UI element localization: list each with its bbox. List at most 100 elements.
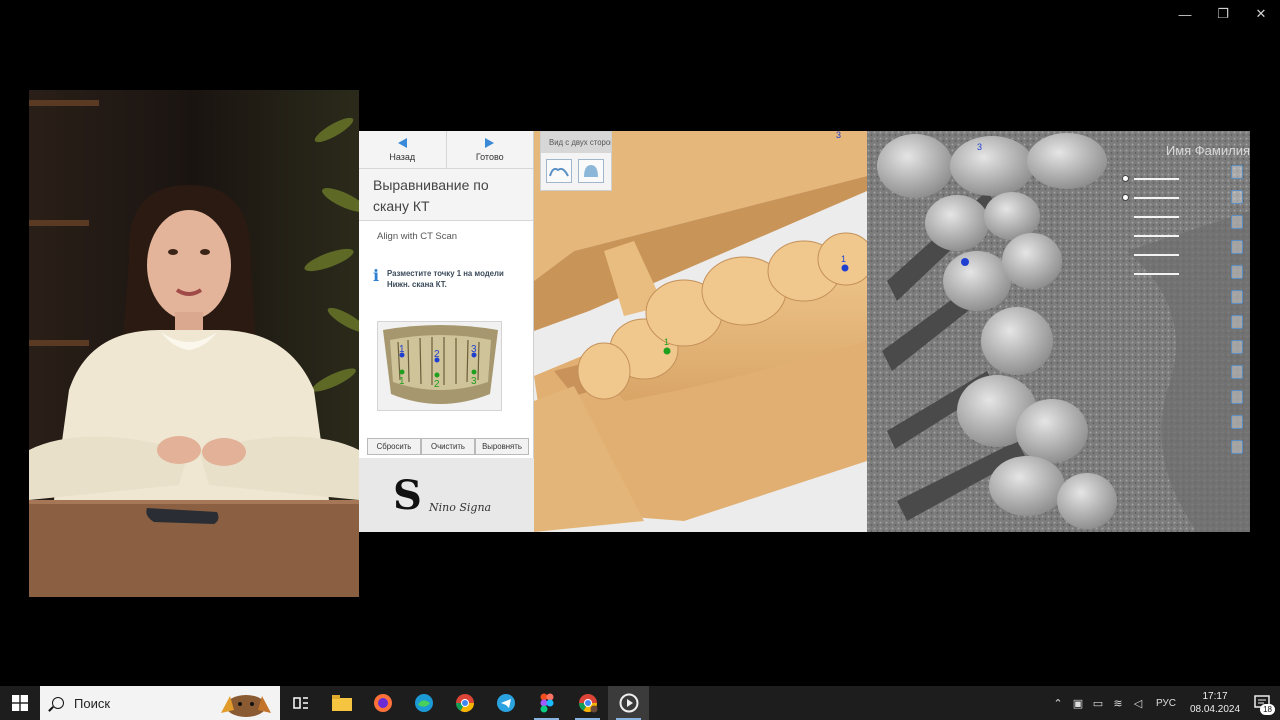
opacity-slider[interactable] xyxy=(1112,207,1187,226)
firefox-icon xyxy=(373,694,392,712)
view-front-icon[interactable] xyxy=(1228,186,1246,208)
telegram-icon xyxy=(496,694,515,712)
fit-view-icon[interactable] xyxy=(1228,336,1246,358)
play-icon xyxy=(619,693,638,713)
telegram-button[interactable] xyxy=(485,686,526,720)
window-controls: — ❐ ✕ xyxy=(1166,0,1280,28)
view-back-icon[interactable] xyxy=(1228,211,1246,233)
slider-handle[interactable] xyxy=(1122,194,1129,201)
close-button[interactable]: ✕ xyxy=(1242,0,1280,28)
info-icon: i xyxy=(373,266,380,285)
settings-icon[interactable] xyxy=(1228,436,1246,458)
folder-icon xyxy=(331,695,352,711)
ct-scan-viewport[interactable]: 3 Имя Фамилия xyxy=(867,131,1250,532)
view-bottom-icon[interactable] xyxy=(1228,311,1246,333)
presenter-video xyxy=(29,90,359,597)
ct-scan-render[interactable]: 3 xyxy=(867,131,1250,532)
done-button[interactable]: Готово xyxy=(445,131,534,168)
dental-scan-app: 1 1 3 3 Имя Фамилия Назад Готово Выравни… xyxy=(359,131,1250,532)
clock-date: 08.04.2024 xyxy=(1189,704,1241,715)
slider-track[interactable] xyxy=(1134,273,1179,275)
single-view-icon[interactable] xyxy=(578,159,604,183)
crown-icon[interactable] xyxy=(1228,386,1246,408)
notification-count: 18 xyxy=(1260,704,1275,715)
wifi-icon[interactable]: ≋ xyxy=(1108,686,1128,720)
arrow-left-icon xyxy=(397,137,407,148)
search-icon xyxy=(52,697,64,709)
taskbar-search[interactable]: Поиск xyxy=(40,686,280,720)
opacity-slider[interactable] xyxy=(1112,169,1187,188)
windows-start-button[interactable] xyxy=(0,686,40,720)
slider-track[interactable] xyxy=(1134,254,1179,256)
chrome-icon xyxy=(455,694,474,713)
layers-icon[interactable] xyxy=(1228,411,1246,433)
instruction-line1: Разместите точку 1 на модели xyxy=(387,269,504,278)
dual-view-icon[interactable] xyxy=(546,159,572,183)
presenter-illustration xyxy=(29,90,359,597)
slider-track[interactable] xyxy=(1134,178,1179,180)
edge-button[interactable] xyxy=(403,686,444,720)
opacity-slider[interactable] xyxy=(1112,264,1187,283)
opacity-slider[interactable] xyxy=(1112,188,1187,207)
wizard-title: Выравнивание по скану КТ xyxy=(359,169,533,221)
thumb-point-2: 2 xyxy=(434,349,440,360)
language-indicator[interactable]: РУС xyxy=(1148,686,1184,720)
arrow-right-icon xyxy=(485,137,495,148)
clock[interactable]: 17:17 08.04.2024 xyxy=(1184,690,1246,716)
chevron-up-icon[interactable]: ⌃ xyxy=(1048,686,1068,720)
clock-time: 17:17 xyxy=(1202,691,1228,702)
signature-script: Nino Signa xyxy=(428,501,491,514)
slider-track[interactable] xyxy=(1134,235,1179,237)
signature-logo: S Nino Signa xyxy=(393,472,491,519)
wizard-panel: Назад Готово Выравнивание по скану КТ Al… xyxy=(359,131,534,458)
rotate-icon[interactable] xyxy=(1228,161,1246,183)
thumb-point-3: 3 xyxy=(471,344,477,355)
view-top-icon[interactable] xyxy=(1228,286,1246,308)
figma-button[interactable] xyxy=(526,686,567,720)
jaw-model-render[interactable]: 1 1 3 xyxy=(534,131,875,532)
thumb-point-1-green: 1 xyxy=(399,376,405,387)
back-label: Назад xyxy=(389,151,416,162)
ct-thumbnail: 1 2 3 1 2 3 xyxy=(377,321,502,411)
view-mode-title: Вид с двух сторон xyxy=(541,132,611,153)
tooth-icon[interactable] xyxy=(1228,361,1246,383)
volume-icon[interactable]: ◁ xyxy=(1128,686,1148,720)
reset-button[interactable]: Сбросить xyxy=(367,438,421,455)
back-button[interactable]: Назад xyxy=(359,131,446,168)
task-view-button[interactable] xyxy=(280,686,321,720)
firefox-button[interactable] xyxy=(362,686,403,720)
wizard-title-line1: Выравнивание по xyxy=(373,177,489,193)
align-button[interactable]: Выровнять xyxy=(475,438,529,455)
view-mode-panel: Вид с двух сторон xyxy=(540,131,612,191)
slider-track[interactable] xyxy=(1134,216,1179,218)
restore-button[interactable]: ❐ xyxy=(1204,0,1242,28)
chrome-button[interactable] xyxy=(444,686,485,720)
chrome-profile-button[interactable] xyxy=(567,686,608,720)
opacity-slider[interactable] xyxy=(1112,245,1187,264)
task-view-icon xyxy=(292,697,308,709)
battery-icon[interactable]: ▭ xyxy=(1088,686,1108,720)
view-right-icon[interactable] xyxy=(1228,261,1246,283)
jaw-model-viewport[interactable]: 1 1 3 xyxy=(534,131,875,532)
file-explorer-button[interactable] xyxy=(321,686,362,720)
signature-monogram: S xyxy=(393,472,422,519)
clear-button[interactable]: Очистить xyxy=(421,438,475,455)
view-left-icon[interactable] xyxy=(1228,236,1246,258)
system-tray: ⌃ ▣ ▭ ≋ ◁ РУС 17:17 08.04.2024 18 xyxy=(1048,686,1280,720)
search-highlight-icon xyxy=(221,695,271,717)
chrome-profile-icon xyxy=(578,694,597,713)
media-player-button[interactable] xyxy=(608,686,649,720)
notification-center-button[interactable]: 18 xyxy=(1246,686,1280,720)
minimize-button[interactable]: — xyxy=(1166,0,1204,28)
thumb-point-2-green: 2 xyxy=(434,379,440,390)
slider-track[interactable] xyxy=(1134,197,1179,199)
taskbar: Поиск ⌃ ▣ ▭ ≋ ◁ РУС 17:17 08.04.2024 18 xyxy=(0,686,1280,720)
view-toolbar xyxy=(1228,161,1246,458)
done-label: Готово xyxy=(475,151,504,162)
meet-now-icon[interactable]: ▣ xyxy=(1068,686,1088,720)
ct-thumbnail-render: 1 2 3 1 2 3 xyxy=(378,322,501,410)
wizard-actions: Сбросить Очистить Выровнять xyxy=(367,438,529,455)
opacity-slider[interactable] xyxy=(1112,226,1187,245)
ct-point-label-3: 3 xyxy=(977,142,982,152)
slider-handle[interactable] xyxy=(1122,175,1129,182)
